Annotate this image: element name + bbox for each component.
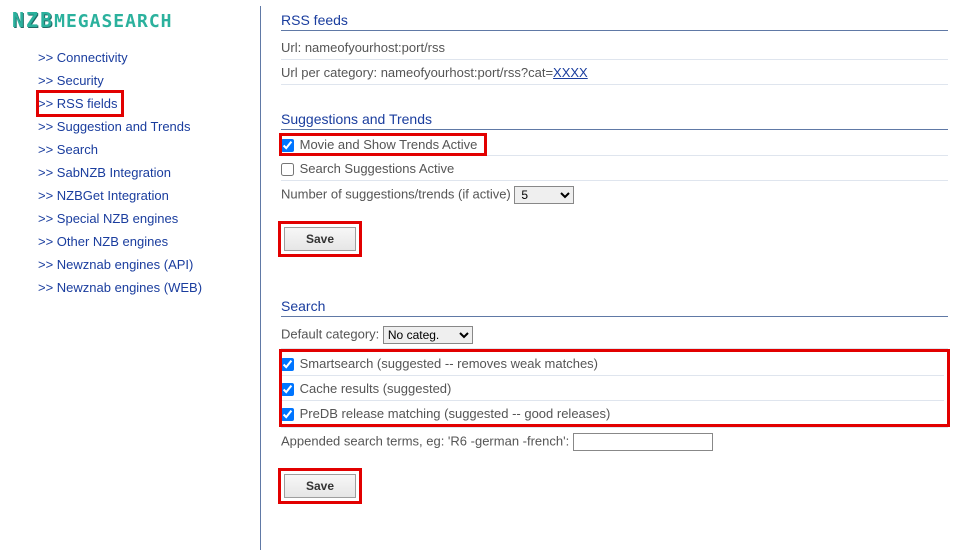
sidebar-item-newznab-web[interactable]: >> Newznab engines (WEB): [38, 276, 252, 299]
appended-terms-input[interactable]: [573, 433, 713, 451]
sidebar-nav: >> Connectivity >> Security >> RSS field…: [12, 46, 252, 299]
section-title-suggestions: Suggestions and Trends: [281, 107, 948, 130]
smartsearch-label: Smartsearch (suggested -- removes weak m…: [300, 356, 598, 371]
section-title-rss: RSS feeds: [281, 8, 948, 31]
num-suggestions-select[interactable]: 5: [514, 186, 574, 204]
sidebar-item-nzbget[interactable]: >> NZBGet Integration: [38, 184, 252, 207]
sidebar-item-suggestion-trends[interactable]: >> Suggestion and Trends: [38, 115, 252, 138]
sidebar-item-search[interactable]: >> Search: [38, 138, 252, 161]
logo-nzb: NZB: [12, 8, 54, 32]
movie-trends-checkbox[interactable]: [281, 139, 294, 152]
rss-url-cat-prefix: Url per category: nameofyourhost:port/rs…: [281, 65, 553, 80]
logo-mega: MEGASEARCH: [54, 11, 172, 32]
num-suggestions-label: Number of suggestions/trends (if active): [281, 187, 514, 202]
smartsearch-checkbox[interactable]: [281, 358, 294, 371]
sidebar-item-sabnzb[interactable]: >> SabNZB Integration: [38, 161, 252, 184]
sidebar-item-rss-fields[interactable]: >> RSS fields: [38, 92, 118, 115]
movie-trends-highlight: Movie and Show Trends Active: [281, 135, 485, 154]
sidebar-item-special[interactable]: >> Special NZB engines: [38, 207, 252, 230]
save-suggestions-button[interactable]: Save: [284, 227, 356, 251]
search-suggestions-label: Search Suggestions Active: [300, 161, 455, 176]
default-category-label: Default category:: [281, 327, 383, 342]
predb-label: PreDB release matching (suggested -- goo…: [300, 406, 611, 421]
sidebar-item-other[interactable]: >> Other NZB engines: [38, 230, 252, 253]
save-search-button[interactable]: Save: [284, 474, 356, 498]
logo: NZBMEGASEARCH: [12, 8, 252, 32]
movie-trends-label: Movie and Show Trends Active: [300, 137, 478, 152]
sidebar-item-connectivity[interactable]: >> Connectivity: [38, 46, 252, 69]
predb-checkbox[interactable]: [281, 408, 294, 421]
default-category-select[interactable]: No categ.: [383, 326, 473, 344]
section-title-search: Search: [281, 294, 948, 317]
search-options-highlight: Smartsearch (suggested -- removes weak m…: [281, 351, 948, 425]
search-suggestions-checkbox[interactable]: [281, 163, 294, 176]
save-search-wrap: Save: [281, 471, 359, 501]
save-suggestions-wrap: Save: [281, 224, 359, 254]
rss-url-cat-row: Url per category: nameofyourhost:port/rs…: [281, 60, 948, 85]
appended-terms-label: Appended search terms, eg: 'R6 -german -…: [281, 434, 573, 449]
sidebar-item-security[interactable]: >> Security: [38, 69, 252, 92]
sidebar-item-newznab-api[interactable]: >> Newznab engines (API): [38, 253, 252, 276]
cache-checkbox[interactable]: [281, 383, 294, 396]
cache-label: Cache results (suggested): [300, 381, 452, 396]
rss-url-row: Url: nameofyourhost:port/rss: [281, 35, 948, 60]
rss-url-label: Url: nameofyourhost:port/rss: [281, 40, 445, 55]
rss-cat-link[interactable]: XXXX: [553, 65, 588, 80]
